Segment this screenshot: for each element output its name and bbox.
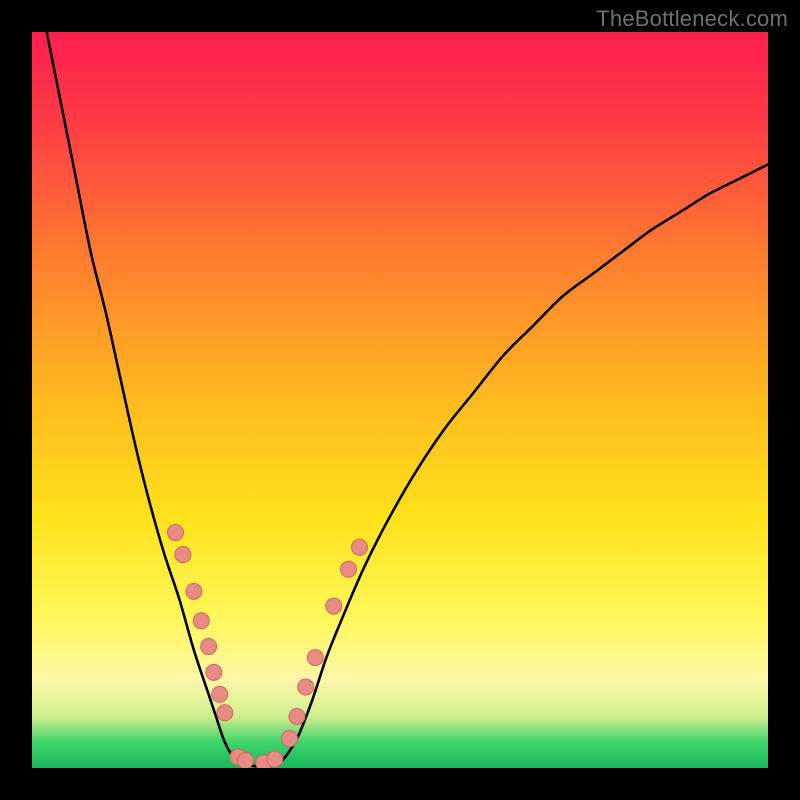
- outer-frame: TheBottleneck.com: [0, 0, 800, 800]
- marker-dot: [193, 613, 209, 629]
- marker-dot: [289, 708, 305, 724]
- curve-markers: [32, 32, 768, 768]
- marker-dot: [206, 664, 222, 680]
- marker-dot: [212, 686, 228, 702]
- marker-dot: [340, 561, 356, 577]
- marker-dot: [168, 524, 184, 540]
- marker-dot: [237, 753, 253, 768]
- marker-dot: [326, 598, 342, 614]
- marker-dot: [201, 639, 217, 655]
- marker-dot: [282, 731, 298, 747]
- plot-area: [32, 32, 768, 768]
- watermark-text: TheBottleneck.com: [596, 6, 788, 32]
- marker-dot: [352, 539, 368, 555]
- marker-dot: [175, 547, 191, 563]
- marker-dot: [298, 679, 314, 695]
- marker-dot: [307, 650, 323, 666]
- markers-group: [168, 524, 368, 768]
- marker-dot: [267, 751, 283, 767]
- marker-dot: [186, 583, 202, 599]
- marker-dot: [217, 705, 233, 721]
